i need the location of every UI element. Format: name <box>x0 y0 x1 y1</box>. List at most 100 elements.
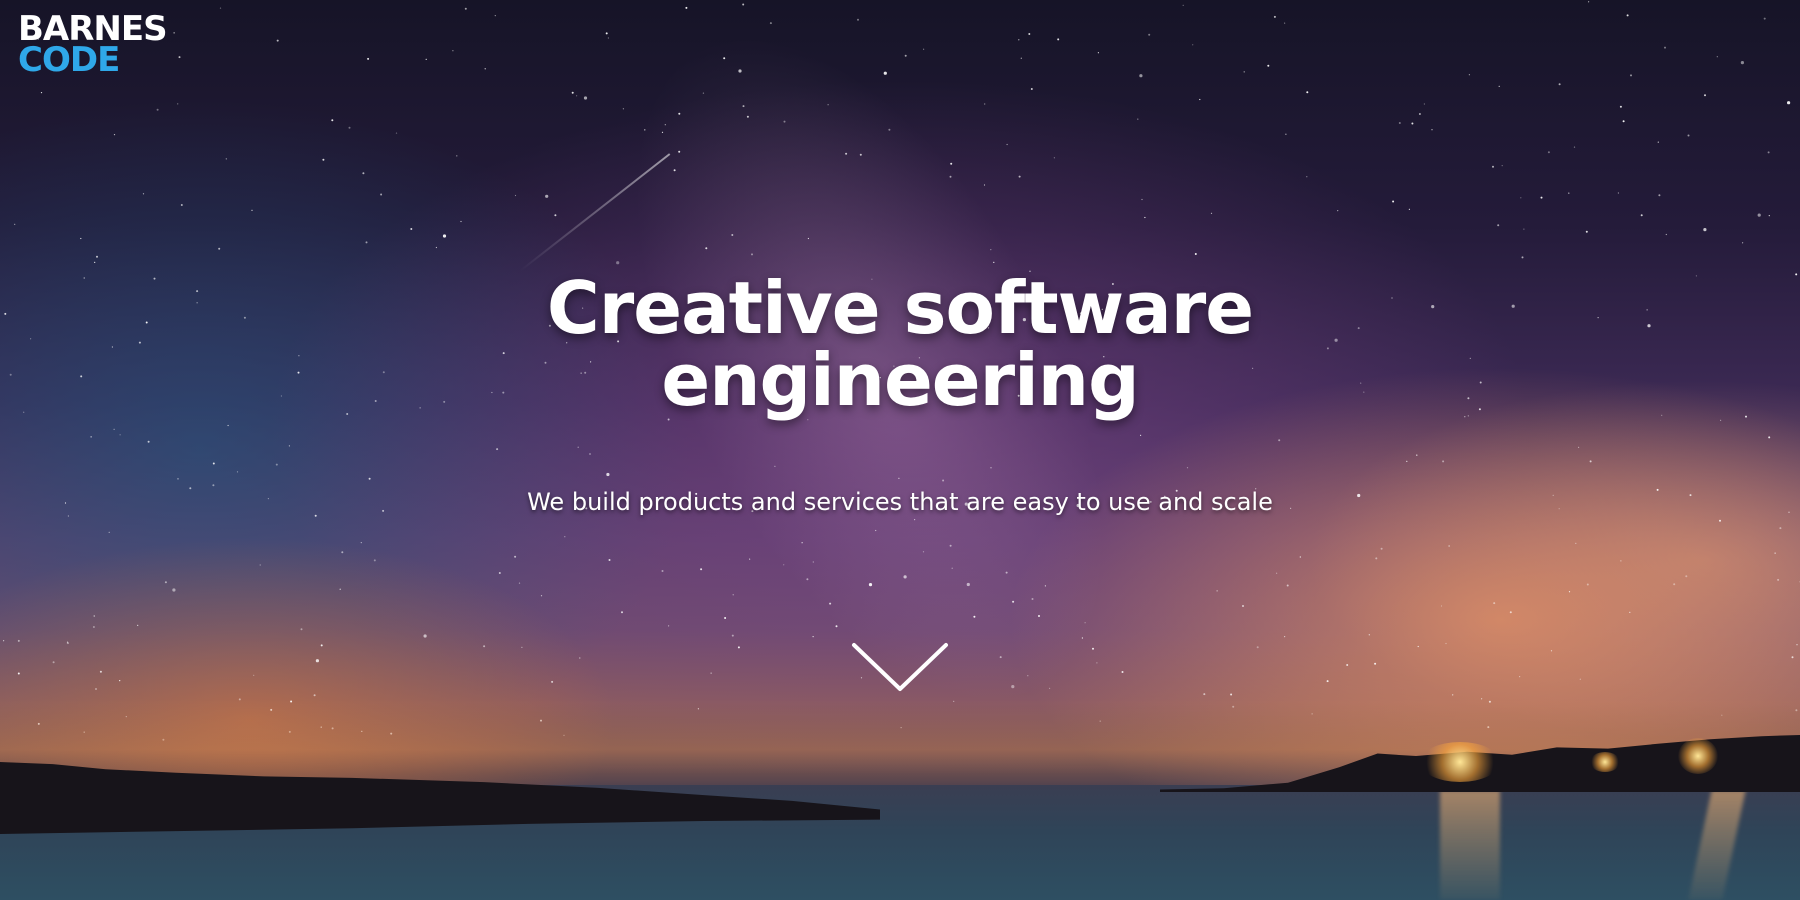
star <box>1589 460 1592 463</box>
star <box>1018 39 1020 41</box>
star <box>67 515 69 517</box>
star <box>452 50 454 52</box>
star <box>1448 545 1450 547</box>
star <box>423 634 427 638</box>
star <box>1720 419 1722 421</box>
star <box>1012 600 1015 603</box>
star <box>119 434 121 436</box>
star <box>484 68 486 70</box>
star <box>685 6 688 9</box>
star <box>904 54 907 57</box>
star <box>212 462 215 465</box>
star <box>724 617 727 619</box>
star <box>138 341 141 344</box>
star <box>1768 215 1770 217</box>
star <box>1038 615 1040 617</box>
chevron-down-icon <box>852 643 948 691</box>
star <box>993 261 995 263</box>
star <box>219 7 222 9</box>
star <box>1392 200 1395 203</box>
star <box>177 103 179 105</box>
star <box>942 479 945 482</box>
star <box>1597 317 1599 319</box>
star <box>999 656 1002 659</box>
star <box>812 636 814 638</box>
star <box>949 175 952 178</box>
star <box>1795 273 1798 276</box>
hero-subtitle: We build products and services that are … <box>527 488 1273 516</box>
star <box>1284 636 1286 638</box>
star <box>1216 590 1218 592</box>
star <box>1326 680 1329 683</box>
logo[interactable]: BARNES CODE <box>18 12 168 80</box>
star <box>40 92 43 94</box>
star <box>1374 662 1377 665</box>
star <box>435 246 437 249</box>
star <box>859 153 862 156</box>
star <box>1284 22 1286 24</box>
star <box>668 625 670 627</box>
star <box>1519 676 1521 678</box>
star <box>1018 175 1021 178</box>
star <box>607 37 610 39</box>
star <box>1547 151 1550 154</box>
star <box>189 487 192 490</box>
star <box>1031 598 1034 600</box>
star <box>331 119 334 122</box>
star <box>147 440 150 443</box>
star <box>145 321 148 324</box>
star <box>983 184 986 186</box>
star <box>605 32 608 35</box>
star <box>380 193 383 196</box>
star <box>1431 129 1433 131</box>
star <box>710 672 712 674</box>
star <box>90 436 92 438</box>
star <box>888 128 891 131</box>
shooting-star <box>519 153 671 272</box>
star <box>883 71 887 75</box>
star <box>783 564 785 566</box>
star <box>322 158 325 161</box>
star <box>1092 647 1094 650</box>
star <box>1423 103 1425 105</box>
star <box>236 471 239 473</box>
star <box>212 484 215 487</box>
star <box>751 253 753 256</box>
star <box>9 373 12 376</box>
star <box>1492 165 1494 168</box>
star <box>156 108 159 111</box>
star <box>320 644 323 647</box>
star <box>616 261 620 265</box>
star <box>368 477 371 480</box>
star <box>903 575 907 579</box>
star <box>1028 33 1031 35</box>
scroll-down-button[interactable] <box>851 642 949 694</box>
star <box>92 626 95 628</box>
star <box>1620 560 1622 562</box>
star <box>827 104 829 106</box>
star <box>621 611 623 614</box>
star <box>1779 527 1782 530</box>
star <box>1406 460 1408 462</box>
star <box>1096 662 1098 664</box>
star <box>460 220 462 223</box>
star <box>1540 196 1543 199</box>
star <box>80 237 82 240</box>
star <box>119 680 121 682</box>
star <box>1585 230 1588 233</box>
star <box>30 338 32 340</box>
star <box>83 277 85 279</box>
star <box>280 395 282 397</box>
star <box>801 542 803 544</box>
star <box>1703 228 1707 232</box>
star <box>545 194 549 198</box>
star <box>1768 436 1771 439</box>
star <box>678 112 681 115</box>
star <box>23 411 25 413</box>
star <box>1497 224 1500 227</box>
star <box>4 312 7 315</box>
star <box>1375 557 1378 560</box>
logo-line-2: CODE <box>18 40 120 80</box>
star <box>1658 194 1661 197</box>
star <box>80 375 83 378</box>
